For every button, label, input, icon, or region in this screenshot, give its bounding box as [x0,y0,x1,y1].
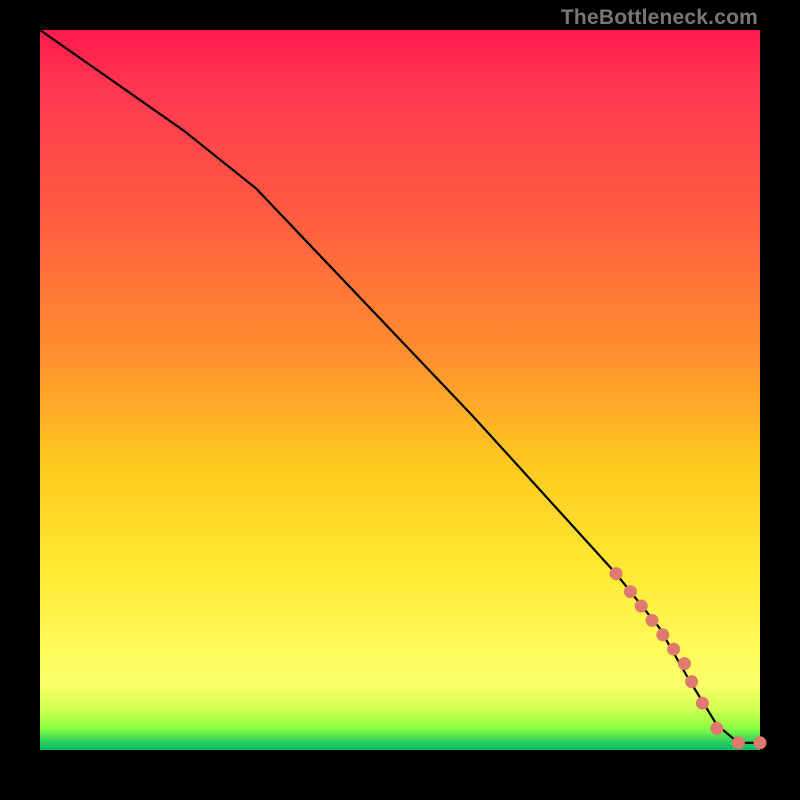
curve-line [40,30,760,743]
marker-dot [710,722,723,735]
marker-dot [624,585,637,598]
marker-dot [610,567,623,580]
marker-dot [656,628,669,641]
marker-dot [732,736,745,749]
marker-group [610,567,767,749]
chart-svg [40,30,760,750]
watermark-text: TheBottleneck.com [561,6,758,30]
marker-dot [754,736,767,749]
marker-dot [646,614,659,627]
marker-dot [678,657,691,670]
marker-dot [667,643,680,656]
marker-dot [696,697,709,710]
plot-area [40,30,760,750]
marker-dot [685,675,698,688]
marker-dot [635,600,648,613]
chart-frame: TheBottleneck.com [0,0,800,800]
